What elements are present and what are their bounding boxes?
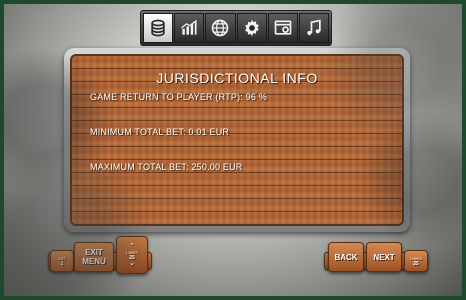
window-settings-icon — [274, 20, 292, 35]
tab-language[interactable] — [205, 13, 236, 43]
tab-display-settings[interactable] — [267, 13, 298, 43]
lines-right-value: 25 — [413, 260, 419, 267]
rtp-info: GAME RETURN TO PLAYER (RTP): 96 % — [90, 92, 267, 102]
lines-down-icon[interactable]: ⌄ — [129, 260, 135, 267]
wood-board: JURISDICTIONAL INFO GAME RETURN TO PLAYE… — [70, 54, 404, 226]
coins-stack-icon — [151, 19, 165, 37]
lines-up-icon[interactable]: ⌃ — [129, 243, 135, 250]
exit-label: EXIT — [85, 248, 103, 257]
music-note-icon — [307, 19, 321, 36]
bar-chart-icon — [181, 20, 198, 35]
game-frame: JURISDICTIONAL INFO GAME RETURN TO PLAYE… — [0, 0, 466, 300]
lines-selector: ⌃ LINES 25 ⌄ — [116, 236, 148, 274]
exit-menu-button[interactable]: EXIT MENU — [74, 242, 114, 272]
bottom-controls: BET 1 EXIT MENU ⌃ LINES 25 ⌄ BACK NEXT L… — [8, 232, 458, 292]
menu-label: MENU — [82, 257, 106, 266]
bet-value: 1 — [60, 260, 64, 267]
max-bet-info: MAXIMUM TOTAL BET: 250.00 EUR — [90, 162, 243, 172]
lines-display-right: LINES 25 — [404, 250, 428, 272]
tab-settings[interactable] — [236, 13, 267, 43]
menu-tabs — [140, 10, 332, 46]
bet-display: BET 1 — [50, 250, 74, 272]
min-bet-info: MINIMUM TOTAL BET: 0.01 EUR — [90, 127, 230, 137]
tab-sound[interactable] — [298, 13, 330, 43]
tab-statistics[interactable] — [174, 13, 205, 43]
tab-paytable[interactable] — [143, 13, 174, 43]
gear-icon — [244, 19, 259, 37]
globe-icon — [212, 19, 229, 37]
info-panel: JURISDICTIONAL INFO GAME RETURN TO PLAYE… — [64, 48, 410, 232]
panel-title: JURISDICTIONAL INFO — [156, 70, 318, 86]
back-button[interactable]: BACK — [328, 242, 364, 272]
next-button[interactable]: NEXT — [366, 242, 402, 272]
